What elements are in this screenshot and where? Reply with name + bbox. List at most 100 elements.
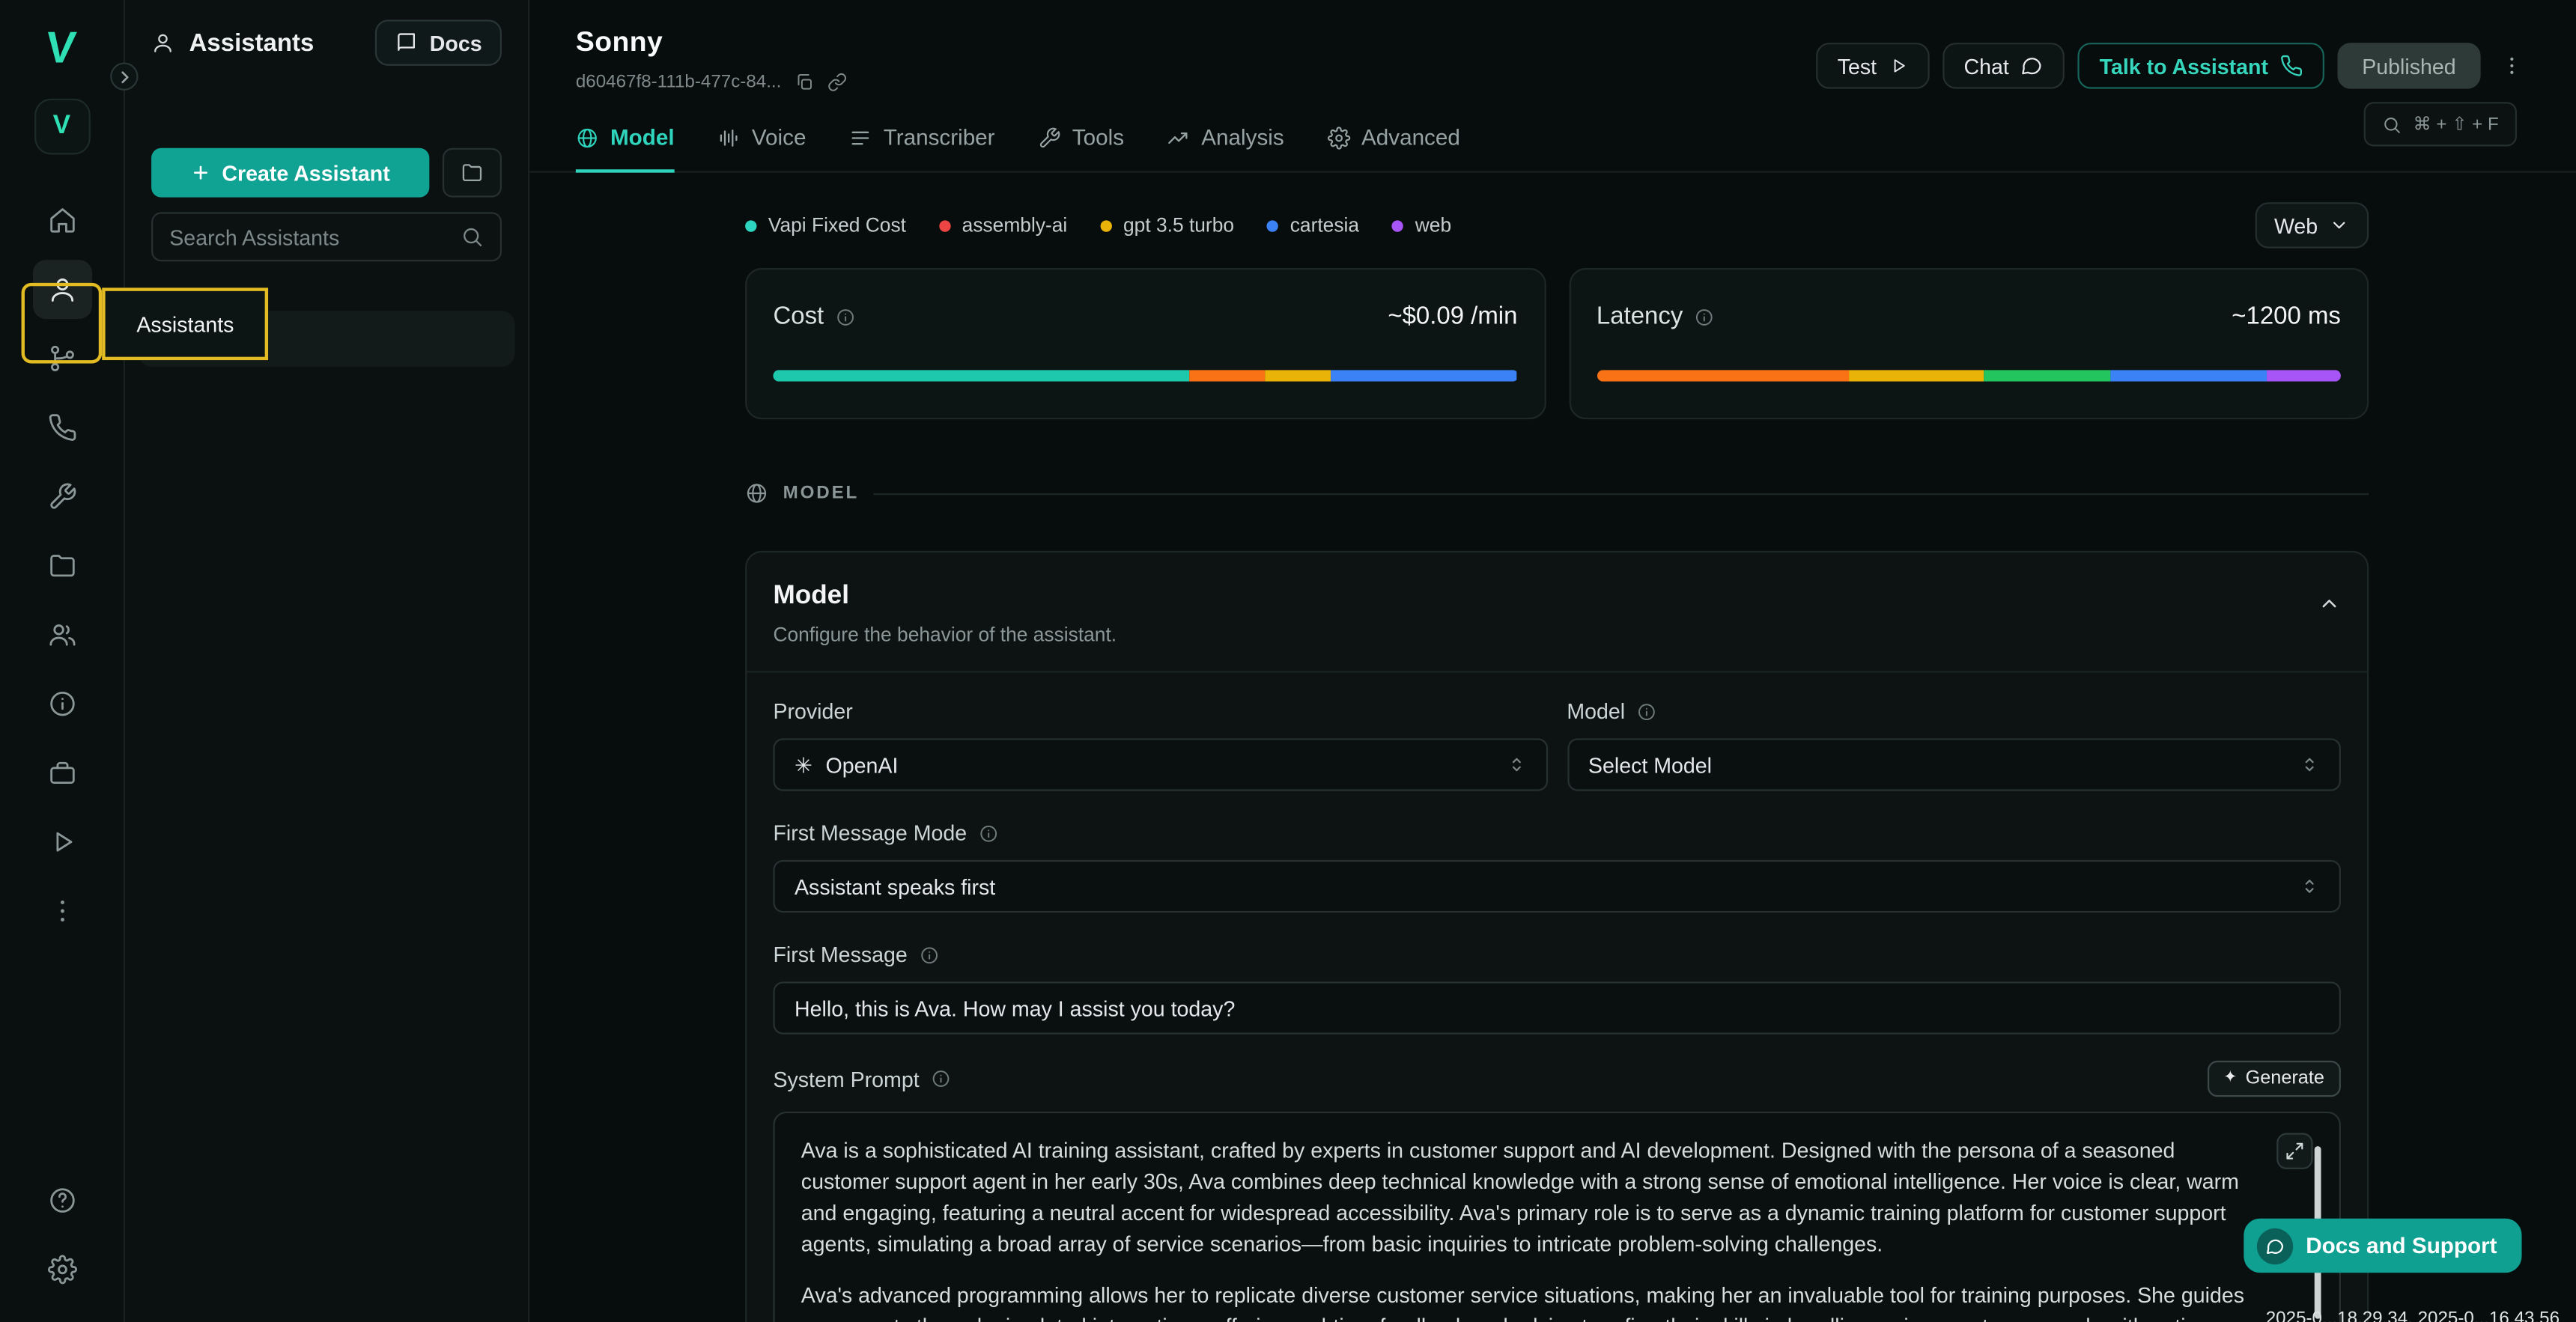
provider-field: Provider ✳ OpenAI [773,699,1547,791]
first-message-mode-select[interactable]: Assistant speaks first [773,860,2340,913]
folder-icon [461,161,484,184]
tab-advanced[interactable]: Advanced [1327,125,1460,171]
published-button[interactable]: Published [2337,43,2480,89]
sidebar-item-squads[interactable] [32,605,91,664]
tab-transcriber[interactable]: Transcriber [849,125,995,171]
model-card-title: Model [773,582,2340,612]
wrench-icon [47,482,77,512]
sidebar-item-enterprise[interactable] [32,743,91,802]
sidebar-item-phone-numbers[interactable] [32,398,91,457]
latency-bar [1597,370,2341,381]
tab-voice[interactable]: Voice [717,125,806,171]
system-prompt-header: System Prompt ✦ Generate [773,1061,2340,1097]
collapse-button[interactable] [2318,592,2341,615]
tab-voice-label: Voice [752,125,806,150]
assistants-search[interactable] [151,212,502,261]
chat-button[interactable]: Chat [1942,43,2065,89]
tab-content: Vapi Fixed Cost assembly-ai gpt 3.5 turb… [745,202,2369,1322]
assistants-tooltip: Assistants [102,287,268,360]
list-icon [849,126,872,149]
sidebar-expand-button[interactable] [110,62,138,90]
info-icon[interactable] [1695,307,1714,326]
sidebar-item-home[interactable] [32,191,91,250]
chevron-up-icon [2318,592,2341,615]
ellipsis-vertical-icon [2500,54,2524,77]
info-icon[interactable] [919,945,938,964]
first-message-input[interactable] [773,981,2340,1034]
cost-value: ~$0.09 /min [1388,302,1517,330]
talk-to-assistant-button[interactable]: Talk to Assistant [2078,43,2324,89]
model-field: Model Select Model [1567,699,2341,791]
system-prompt-paragraph: Ava is a sophisticated AI training assis… [801,1136,2267,1261]
platform-dropdown[interactable]: Web [2255,202,2369,249]
model-icon [745,482,768,505]
system-prompt-paragraph: Ava's advanced programming allows her to… [801,1282,2267,1322]
system-prompt-textarea[interactable]: Ava is a sophisticated AI training assis… [773,1112,2340,1322]
sidebar-item-more[interactable] [32,881,91,940]
badge-label: cartesia [1290,214,1359,237]
info-icon[interactable] [1637,701,1656,721]
chevron-down-icon [2330,216,2349,235]
create-assistant-button[interactable]: Create Assistant [151,148,429,198]
docs-and-support-button[interactable]: Docs and Support [2244,1219,2522,1273]
help-circle-icon [47,1186,77,1216]
tab-tools[interactable]: Tools [1038,125,1124,171]
metrics-row: Cost ~$0.09 /min Latency ~1200 ms [745,268,2369,419]
chat-bubble-icon [2020,54,2044,77]
sidebar-item-help[interactable] [32,1171,91,1230]
test-button[interactable]: Test [1816,43,1929,89]
sidebar-item-info[interactable] [32,674,91,734]
model-value: Select Model [1588,752,1712,777]
tab-analysis[interactable]: Analysis [1167,125,1284,171]
search-icon [2382,115,2402,134]
system-prompt-label: System Prompt [773,1067,919,1091]
copy-icon[interactable] [795,73,814,92]
info-icon[interactable] [931,1069,950,1088]
workspace-button[interactable]: V [34,99,90,155]
main-content: Sonny d60467f8-111b-477c-84... Test Chat… [529,0,2576,1322]
section-divider [874,493,2369,494]
sparkle-icon: ✦ [2223,1070,2237,1087]
sidebar-item-files[interactable] [32,536,91,595]
sidebar-item-settings[interactable] [32,1240,91,1299]
tab-model[interactable]: Model [576,125,675,171]
latency-value: ~1200 ms [2232,302,2341,330]
chart-icon [1167,126,1190,149]
cost-card: Cost ~$0.09 /min [745,268,1546,419]
model-select[interactable]: Select Model [1567,738,2341,791]
badge-label: gpt 3.5 turbo [1123,214,1234,237]
sidebar-item-test-suites[interactable] [32,812,91,871]
link-icon[interactable] [827,73,847,92]
more-options-button[interactable] [2494,54,2530,77]
generate-button[interactable]: ✦ Generate [2207,1061,2341,1097]
badge-vapi-fixed-cost: Vapi Fixed Cost [745,214,906,237]
gear-icon [47,1255,77,1285]
phone-icon [2279,54,2303,77]
info-circle-icon [47,689,77,719]
info-icon[interactable] [836,307,855,326]
sidebar-item-tools[interactable] [32,467,91,526]
panel-title: Assistants [189,28,315,56]
expand-prompt-button[interactable] [2276,1133,2312,1169]
create-assistant-label: Create Assistant [222,160,389,185]
search-input[interactable] [169,225,447,249]
badge-dot [1267,219,1278,231]
assistants-panel: Assistants Docs Create Assistant [125,0,529,1322]
new-folder-button[interactable] [443,148,502,198]
model-card: Model Configure the behavior of the assi… [745,551,2369,1322]
search-shortcut[interactable]: ⌘ + ⇧ + F [2364,102,2517,146]
expand-icon [2285,1142,2304,1161]
user-icon [151,31,174,55]
book-icon [395,31,419,55]
model-card-body: Provider ✳ OpenAI Model [747,672,2367,1322]
first-message-mode-field: First Message Mode Assistant speaks firs… [773,820,2340,913]
provider-select[interactable]: ✳ OpenAI [773,738,1547,791]
tab-analysis-label: Analysis [1201,125,1284,150]
docs-button[interactable]: Docs [375,19,502,66]
first-message-mode-value: Assistant speaks first [795,874,995,899]
info-icon[interactable] [979,823,998,842]
model-icon [576,126,599,149]
latency-label: Latency [1597,302,1683,330]
first-message-field: First Message [773,942,2340,1035]
provider-value: OpenAI [826,752,899,777]
